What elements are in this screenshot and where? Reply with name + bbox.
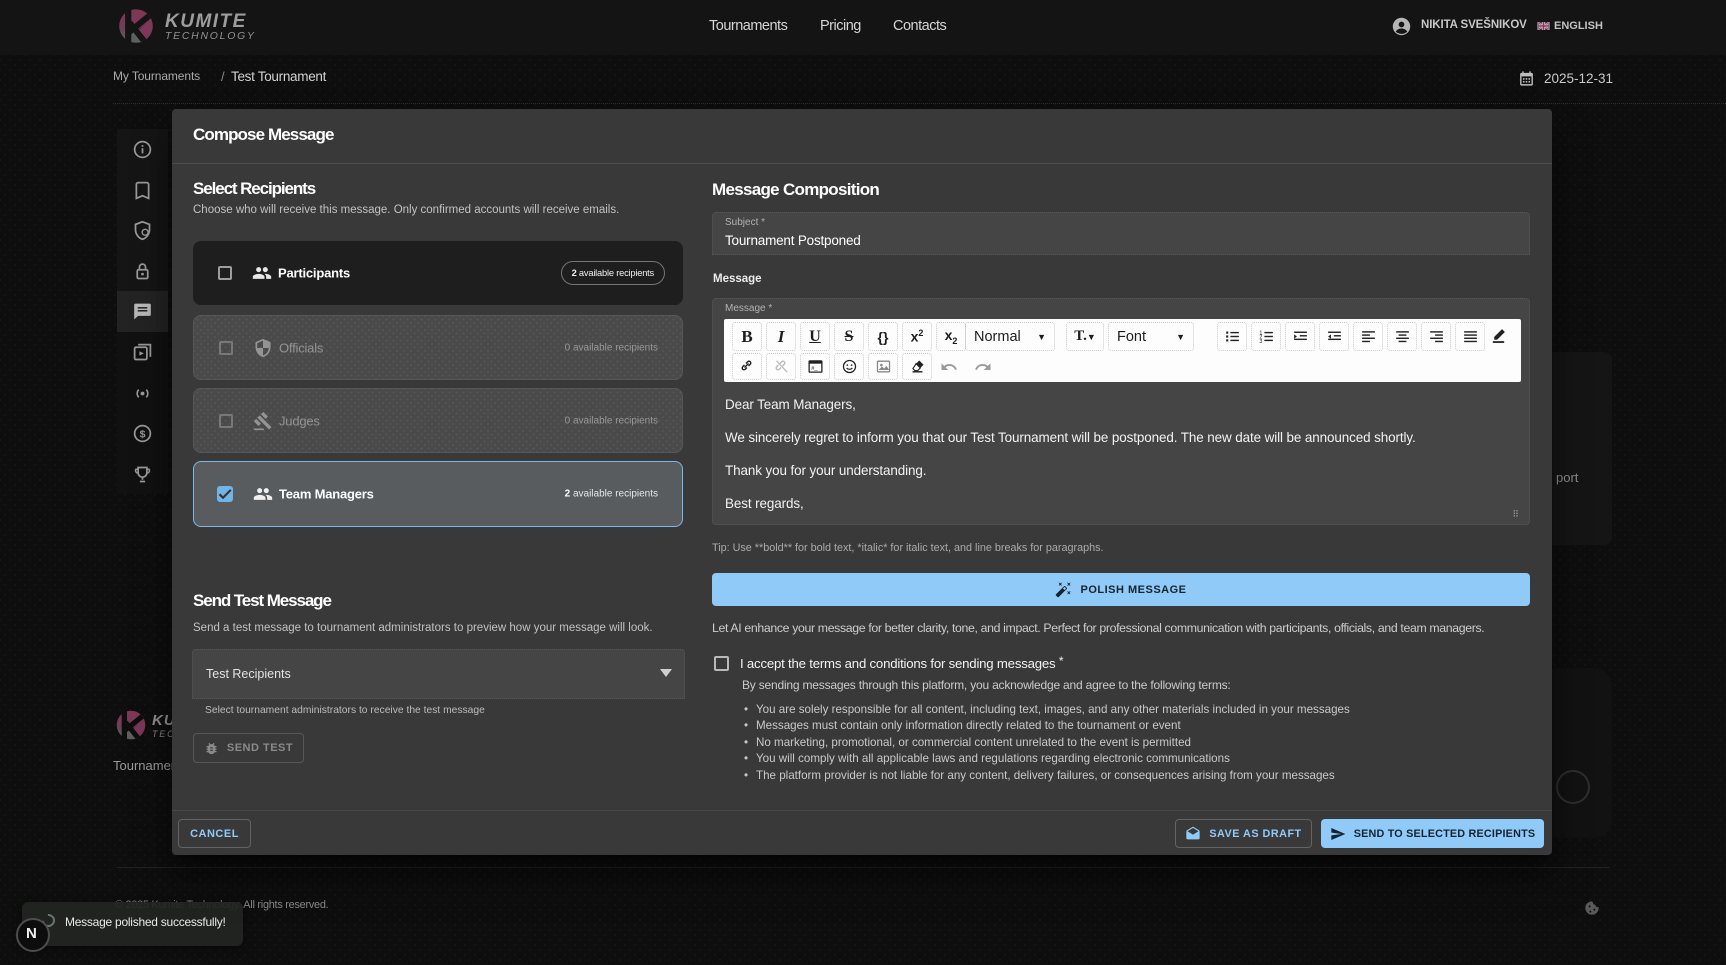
svg-text:$: $ xyxy=(140,429,146,441)
svg-text:#_: #_ xyxy=(811,366,818,372)
svg-text:3: 3 xyxy=(1259,339,1262,345)
